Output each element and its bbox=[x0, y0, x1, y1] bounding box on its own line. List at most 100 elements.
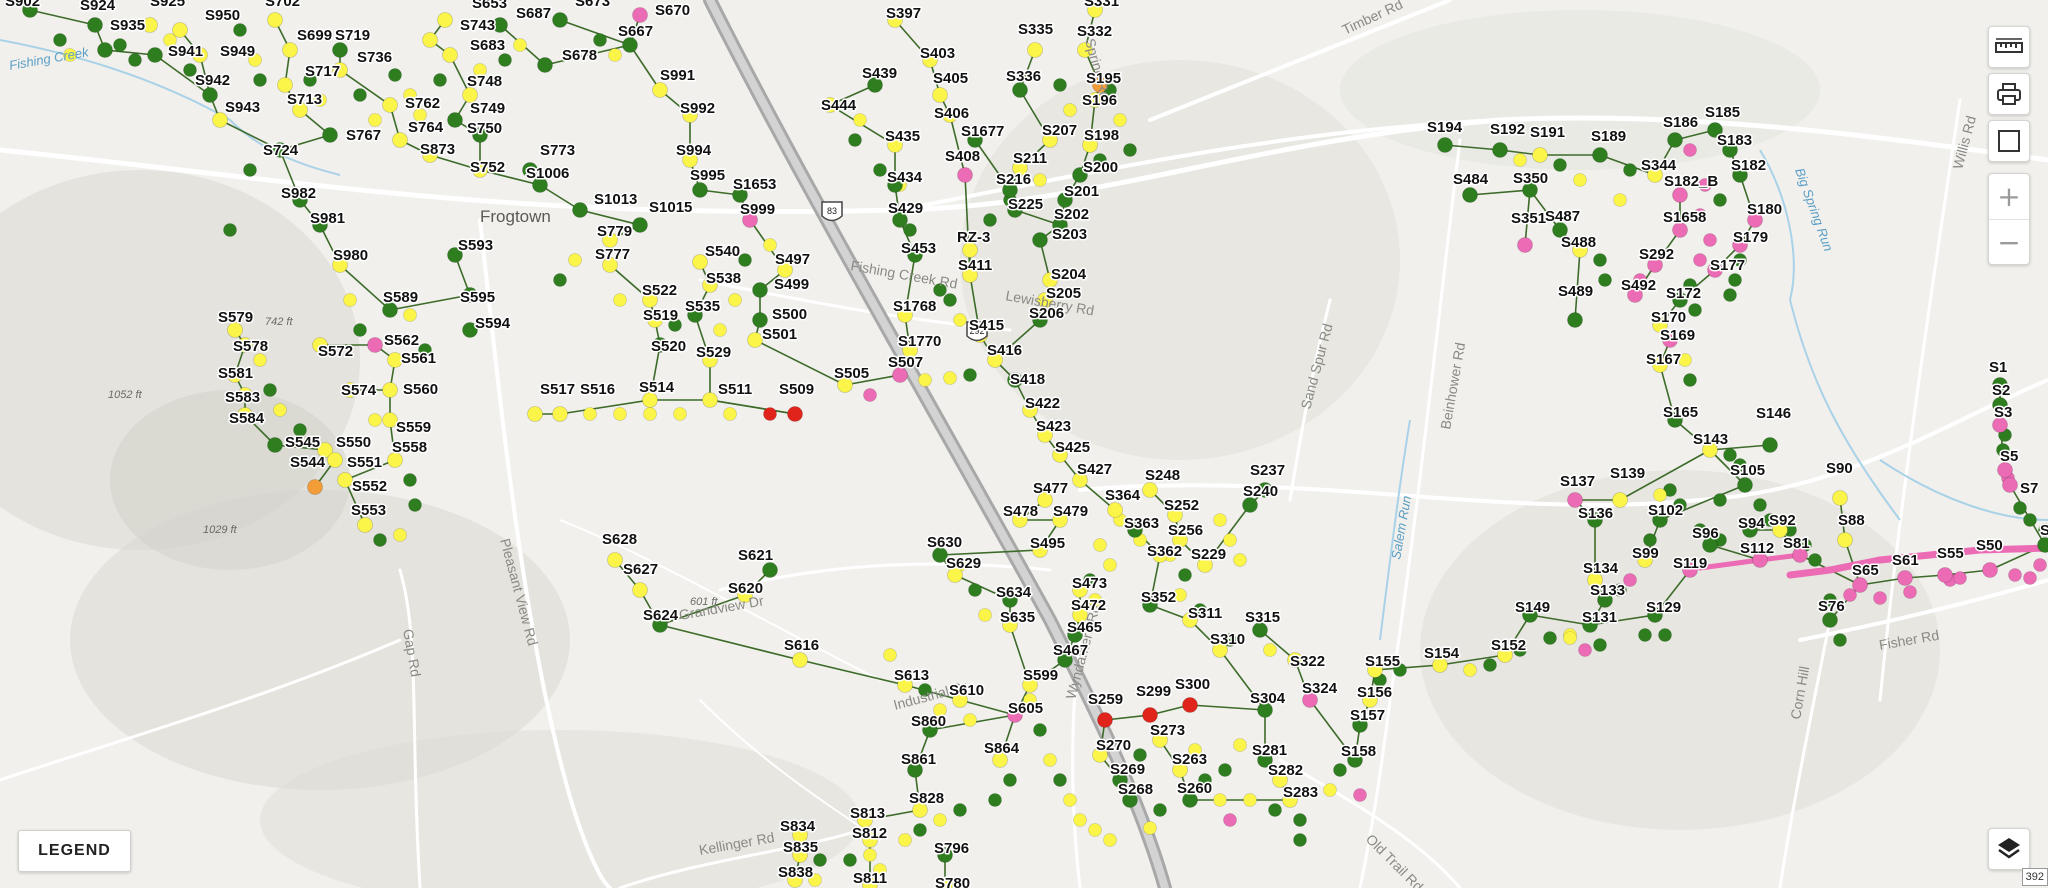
manhole-dot[interactable] bbox=[253, 353, 267, 367]
manhole-dot[interactable] bbox=[353, 323, 367, 337]
manhole-dot[interactable] bbox=[1143, 821, 1157, 835]
manhole-dot[interactable] bbox=[1578, 643, 1592, 657]
manhole-dot[interactable] bbox=[1873, 591, 1887, 605]
manhole-dot[interactable] bbox=[918, 373, 932, 387]
manhole-dot[interactable] bbox=[373, 533, 387, 547]
manhole-dot[interactable] bbox=[1133, 748, 1147, 762]
manhole-dot[interactable] bbox=[1903, 585, 1917, 599]
manhole-dot[interactable] bbox=[963, 713, 977, 727]
manhole-node[interactable] bbox=[607, 552, 623, 568]
manhole-dot[interactable] bbox=[273, 403, 287, 417]
manhole-dot[interactable] bbox=[1808, 553, 1822, 567]
manhole-dot[interactable] bbox=[243, 163, 257, 177]
manhole-node[interactable] bbox=[652, 82, 668, 98]
manhole-node[interactable] bbox=[1437, 137, 1453, 153]
manhole-dot[interactable] bbox=[1218, 763, 1232, 777]
manhole-node[interactable] bbox=[437, 12, 453, 28]
manhole-dot[interactable] bbox=[1323, 783, 1337, 797]
manhole-dot[interactable] bbox=[1263, 643, 1277, 657]
manhole-node[interactable] bbox=[1832, 490, 1848, 506]
manhole-dot[interactable] bbox=[253, 73, 267, 87]
manhole-dot[interactable] bbox=[943, 371, 957, 385]
manhole-node[interactable] bbox=[442, 47, 458, 63]
manhole-dot[interactable] bbox=[1088, 823, 1102, 837]
manhole-dot[interactable] bbox=[968, 583, 982, 597]
manhole-dot[interactable] bbox=[1543, 631, 1557, 645]
fullscreen-button[interactable] bbox=[1988, 120, 2030, 162]
manhole-dot[interactable] bbox=[1638, 628, 1652, 642]
manhole-node[interactable] bbox=[932, 87, 948, 103]
manhole-dot[interactable] bbox=[513, 38, 527, 52]
manhole-node[interactable] bbox=[527, 406, 543, 422]
manhole-dot[interactable] bbox=[613, 293, 627, 307]
manhole-node[interactable] bbox=[87, 17, 103, 33]
manhole-dot[interactable] bbox=[1293, 813, 1307, 827]
manhole-dot[interactable] bbox=[988, 793, 1002, 807]
manhole-dot[interactable] bbox=[1033, 173, 1047, 187]
manhole-node[interactable] bbox=[1097, 712, 1113, 728]
manhole-dot[interactable] bbox=[738, 253, 752, 267]
manhole-dot[interactable] bbox=[913, 823, 927, 837]
manhole-dot[interactable] bbox=[643, 407, 657, 421]
manhole-dot[interactable] bbox=[1513, 153, 1527, 167]
manhole-dot[interactable] bbox=[1463, 663, 1477, 677]
manhole-dot[interactable] bbox=[343, 293, 357, 307]
manhole-dot[interactable] bbox=[433, 73, 447, 87]
manhole-dot[interactable] bbox=[763, 238, 777, 252]
manhole-dot[interactable] bbox=[368, 413, 382, 427]
manhole-dot[interactable] bbox=[1233, 738, 1247, 752]
manhole-dot[interactable] bbox=[2023, 513, 2037, 527]
manhole-node[interactable] bbox=[1982, 562, 1998, 578]
manhole-dot[interactable] bbox=[223, 223, 237, 237]
manhole-dot[interactable] bbox=[963, 368, 977, 382]
map-canvas[interactable]: Fishing CreekFrogtownTimber RdPleasant V… bbox=[0, 0, 2048, 888]
manhole-dot[interactable] bbox=[1728, 273, 1742, 287]
manhole-node[interactable] bbox=[1737, 477, 1753, 493]
manhole-node[interactable] bbox=[332, 42, 348, 58]
manhole-dot[interactable] bbox=[498, 53, 512, 67]
manhole-dot[interactable] bbox=[873, 163, 887, 177]
manhole-node[interactable] bbox=[1142, 482, 1158, 498]
manhole-dot[interactable] bbox=[1623, 163, 1637, 177]
manhole-dot[interactable] bbox=[553, 273, 567, 287]
manhole-dot[interactable] bbox=[853, 113, 867, 127]
manhole-node[interactable] bbox=[957, 167, 973, 183]
manhole-dot[interactable] bbox=[1658, 628, 1672, 642]
manhole-dot[interactable] bbox=[673, 407, 687, 421]
manhole-dot[interactable] bbox=[393, 528, 407, 542]
manhole-node[interactable] bbox=[357, 517, 373, 533]
manhole-node[interactable] bbox=[322, 127, 338, 143]
manhole-dot[interactable] bbox=[1063, 103, 1077, 117]
manhole-node[interactable] bbox=[1142, 707, 1158, 723]
manhole-node[interactable] bbox=[1032, 232, 1048, 248]
manhole-dot[interactable] bbox=[1153, 803, 1167, 817]
manhole-node[interactable] bbox=[1462, 187, 1478, 203]
manhole-dot[interactable] bbox=[353, 88, 367, 102]
manhole-dot[interactable] bbox=[1693, 253, 1707, 267]
manhole-dot[interactable] bbox=[728, 293, 742, 307]
manhole-dot[interactable] bbox=[1233, 553, 1247, 567]
manhole-node[interactable] bbox=[1532, 147, 1548, 163]
manhole-dot[interactable] bbox=[2033, 558, 2047, 572]
manhole-node[interactable] bbox=[1852, 577, 1868, 593]
manhole-node[interactable] bbox=[1492, 142, 1508, 158]
manhole-dot[interactable] bbox=[1213, 513, 1227, 527]
manhole-dot[interactable] bbox=[943, 293, 957, 307]
manhole-dot[interactable] bbox=[1833, 633, 1847, 647]
manhole-dot[interactable] bbox=[1353, 788, 1367, 802]
manhole-dot[interactable] bbox=[1223, 533, 1237, 547]
manhole-dot[interactable] bbox=[1723, 448, 1737, 462]
manhole-node[interactable] bbox=[307, 479, 323, 495]
manhole-node[interactable] bbox=[1762, 437, 1778, 453]
manhole-node[interactable] bbox=[392, 132, 408, 148]
manhole-dot[interactable] bbox=[53, 33, 67, 47]
manhole-dot[interactable] bbox=[1053, 773, 1067, 787]
manhole-dot[interactable] bbox=[1483, 658, 1497, 672]
measure-button[interactable] bbox=[1988, 26, 2030, 68]
manhole-dot[interactable] bbox=[1333, 763, 1347, 777]
manhole-dot[interactable] bbox=[1243, 793, 1257, 807]
manhole-dot[interactable] bbox=[978, 608, 992, 622]
manhole-node[interactable] bbox=[267, 12, 283, 28]
manhole-node[interactable] bbox=[1107, 502, 1123, 518]
manhole-dot[interactable] bbox=[613, 407, 627, 421]
